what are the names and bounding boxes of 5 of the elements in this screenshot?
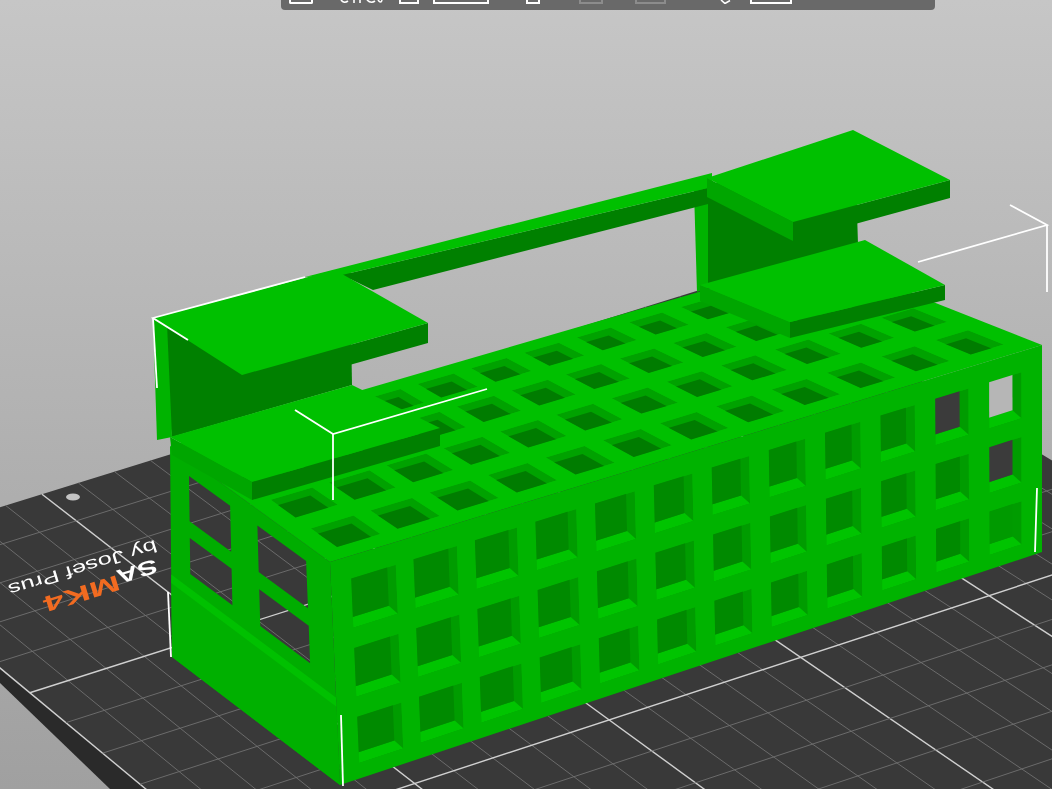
bounding-box-line: [1034, 487, 1038, 553]
chevron-icon[interactable]: [720, 0, 731, 4]
bounding-box-line: [167, 591, 172, 658]
squiggle-icon[interactable]: [340, 0, 383, 4]
hole-icon: [66, 493, 80, 501]
